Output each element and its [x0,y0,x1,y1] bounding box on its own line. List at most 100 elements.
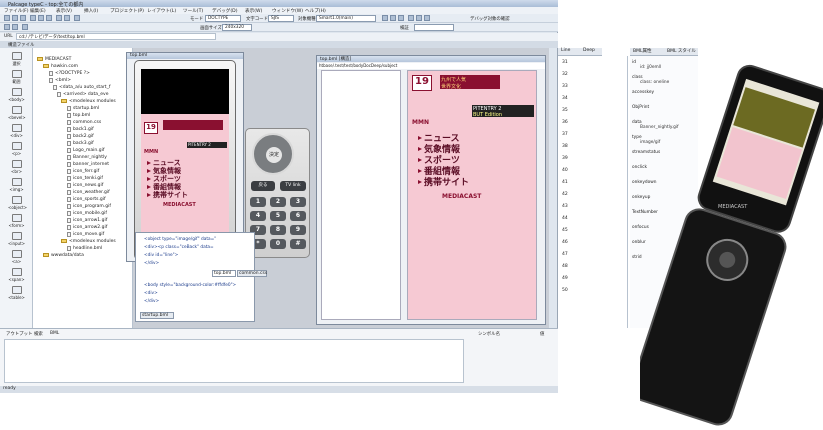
underline-icon[interactable] [398,15,404,21]
tree-item[interactable]: top.bml [67,112,90,118]
tab-common-css[interactable]: common.css [237,270,267,277]
tree-item[interactable]: <?DOCTYPE ?> [49,70,90,76]
dpad[interactable]: 決定 [252,133,294,175]
tree-item[interactable]: wwwdata/data [43,252,84,258]
tree-item[interactable]: icon_ferr.gif [67,168,99,174]
align-left-icon[interactable] [408,15,414,21]
tab-search[interactable]: 検索 [34,331,43,337]
tree-item[interactable]: MEDIACAST [37,56,71,62]
tree-item[interactable]: Logo_main.gif [67,147,104,153]
tree-item[interactable]: icon_arrow1.gif [67,217,107,223]
tool-span[interactable]: <span> [8,268,25,283]
line-number: 32 [562,72,568,77]
tree-item[interactable]: back1.gif [67,126,94,132]
find-icon[interactable] [74,15,80,21]
play-icon[interactable] [4,24,10,30]
menu-mobile[interactable]: 携帯サイト [147,190,188,200]
italic-icon[interactable] [390,15,396,21]
tree-item[interactable]: <modeleux modules [61,98,116,104]
key-0[interactable]: 0 [270,239,286,249]
tool-a[interactable]: <a> [8,250,25,265]
tree-item[interactable]: icon_sports.gif [67,196,106,202]
tool-img[interactable]: <img> [8,178,25,193]
tool-select[interactable]: 選択 [8,52,25,67]
tool-div[interactable]: <div> [8,124,25,139]
output-log[interactable] [4,339,464,383]
tab-bml-attr[interactable]: BML属性 [630,48,664,56]
mode-select[interactable]: DOCTYPE [205,15,241,22]
redo-icon[interactable] [64,15,70,21]
key-3[interactable]: 3 [290,197,306,207]
tab-output[interactable]: アウトプット [6,331,32,337]
tool-range[interactable]: 範囲 [8,70,25,85]
tree-item[interactable]: icon_arrow2.gif [67,224,107,230]
grid-icon[interactable] [22,24,28,30]
key-2[interactable]: 2 [270,197,286,207]
tvlink-key[interactable]: TV link [280,181,306,191]
align-right-icon[interactable] [424,15,430,21]
input-icon [11,232,22,240]
tree-item[interactable]: hawkin.com [43,63,78,69]
tree-item[interactable]: Banner_nightly [67,154,107,160]
tree-item[interactable]: icon_news.gif [67,182,103,188]
target-select[interactable]: Smart1.0(main) [316,15,376,22]
tree-item[interactable]: back3.gif [67,140,94,146]
tool-label: <div> [10,133,23,138]
bold-icon[interactable] [382,15,388,21]
key-5[interactable]: 5 [270,211,286,221]
tool-table[interactable]: <table> [8,286,25,301]
tree-item[interactable]: banner_internet [67,161,109,167]
tool-input[interactable]: <input> [8,232,25,247]
tab-bml-style[interactable]: BML スタイル [664,48,698,56]
tool-br[interactable]: <br> [8,160,25,175]
undo-icon[interactable] [56,15,62,21]
check-label: 検証 [400,26,409,31]
tab-bml[interactable]: BML [50,331,59,336]
stop-icon[interactable] [12,24,18,30]
key-4[interactable]: 4 [250,211,266,221]
menu-mobile[interactable]: 携帯サイト [418,175,469,188]
tree-item[interactable]: icon_weather.gif [67,189,110,195]
tree-item[interactable]: <arrived> data_eve [57,91,108,97]
paste-icon[interactable] [46,15,52,21]
back-key[interactable]: 戻る [251,181,275,191]
open-icon[interactable] [12,15,18,21]
tree-item[interactable]: <bml> [49,77,71,83]
tab-top-bml[interactable]: top.bml [212,270,236,277]
new-icon[interactable] [4,15,10,21]
encoding-select[interactable]: SJIS [268,15,294,22]
tree-item[interactable]: <modeleux modules [61,238,116,244]
tool-bevel[interactable]: <bevel> [8,106,26,121]
key-6[interactable]: 6 [290,211,306,221]
key-1[interactable]: 1 [250,197,266,207]
tab-startup-bml[interactable]: startup.bml [140,312,174,319]
key-hash[interactable]: # [290,239,306,249]
tree-item[interactable]: icon_program.gif [67,203,111,209]
screen-size-select[interactable]: 240x320 [222,24,252,31]
code-editor[interactable]: <object type="image/gif" data=" <div><p … [135,232,255,322]
tab-line[interactable]: Line [558,48,580,56]
tool-p[interactable]: <p> [8,142,25,157]
enter-key[interactable]: 決定 [266,147,282,163]
tree-item[interactable]: <data_a/u auto_start_f [53,84,110,90]
tab-deep[interactable]: Deep [580,48,602,56]
tree-item[interactable]: icon_mobile.gif [67,210,107,216]
tree-item[interactable]: icon_move.gif [67,231,104,237]
cut-icon[interactable] [30,15,36,21]
check-field[interactable] [414,24,454,31]
tool-body[interactable]: <body> [8,88,25,103]
tree-item[interactable]: headline.bml [67,245,102,251]
tool-form[interactable]: <form> [8,214,25,229]
save-icon[interactable] [20,15,26,21]
align-center-icon[interactable] [416,15,422,21]
tree-item[interactable]: common.css [67,119,101,125]
key-8[interactable]: 8 [270,225,286,235]
copy-icon[interactable] [38,15,44,21]
structure-tree[interactable] [321,70,401,320]
tree-item[interactable]: startup.bml [67,105,99,111]
tree-item[interactable]: back2.gif [67,133,94,139]
tool-object[interactable]: <object> [8,196,27,211]
url-input[interactable]: cd:/ /テレビ/データ/test/top.bml [16,33,216,40]
key-9[interactable]: 9 [290,225,306,235]
tree-item[interactable]: icon_tenki.gif [67,175,103,181]
